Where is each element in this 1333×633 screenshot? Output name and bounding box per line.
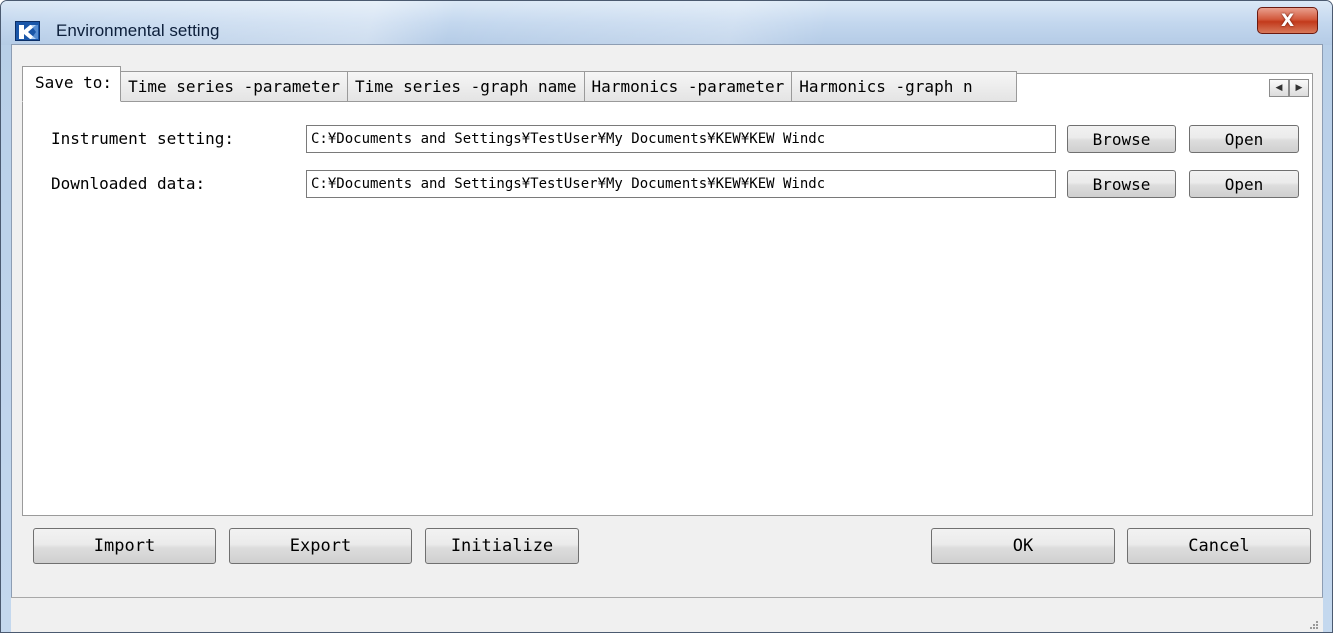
close-icon: X [1280,10,1295,31]
instrument-setting-browse-button[interactable]: Browse [1067,125,1176,153]
title-bar[interactable]: Environmental setting X [1,1,1332,45]
tab-scroll-right-button[interactable]: ▶ [1289,79,1309,97]
tab-scroller: ◀ ▶ [1269,79,1309,97]
cancel-button[interactable]: Cancel [1127,528,1311,564]
tab-scroll-left-button[interactable]: ◀ [1269,79,1289,97]
scroll-right-arrow-icon: ▶ [1295,83,1303,93]
tab-harmonics-parameter[interactable]: Harmonics -parameter [583,71,793,102]
tab-save-to[interactable]: Save to: [22,66,122,102]
tab-time-series-parameter[interactable]: Time series -parameter [120,71,348,102]
environmental-setting-window: Environmental setting X Save to: Time se… [0,0,1333,633]
instrument-setting-open-button[interactable]: Open [1189,125,1299,153]
initialize-button[interactable]: Initialize [425,528,579,564]
downloaded-data-open-button[interactable]: Open [1189,170,1299,198]
resize-grip-icon[interactable] [1307,618,1319,630]
tab-time-series-graph-name[interactable]: Time series -graph name [346,71,585,102]
scroll-left-arrow-icon: ◀ [1275,83,1283,93]
downloaded-data-path-field[interactable]: C:¥Documents and Settings¥TestUser¥My Do… [306,170,1056,198]
downloaded-data-browse-button[interactable]: Browse [1067,170,1176,198]
status-bar [11,597,1323,632]
import-button[interactable]: Import [33,528,216,564]
downloaded-data-label: Downloaded data: [51,174,206,193]
close-button[interactable]: X [1257,7,1318,34]
app-logo-icon [15,21,40,41]
instrument-setting-label: Instrument setting: [51,129,235,148]
window-title: Environmental setting [56,21,220,40]
tab-strip: Save to: Time series -parameter Time ser… [22,65,1018,102]
tab-harmonics-graph-name[interactable]: Harmonics -graph n [791,71,1018,102]
ok-button[interactable]: OK [931,528,1115,564]
instrument-setting-path-field[interactable]: C:¥Documents and Settings¥TestUser¥My Do… [306,125,1056,153]
export-button[interactable]: Export [229,528,412,564]
